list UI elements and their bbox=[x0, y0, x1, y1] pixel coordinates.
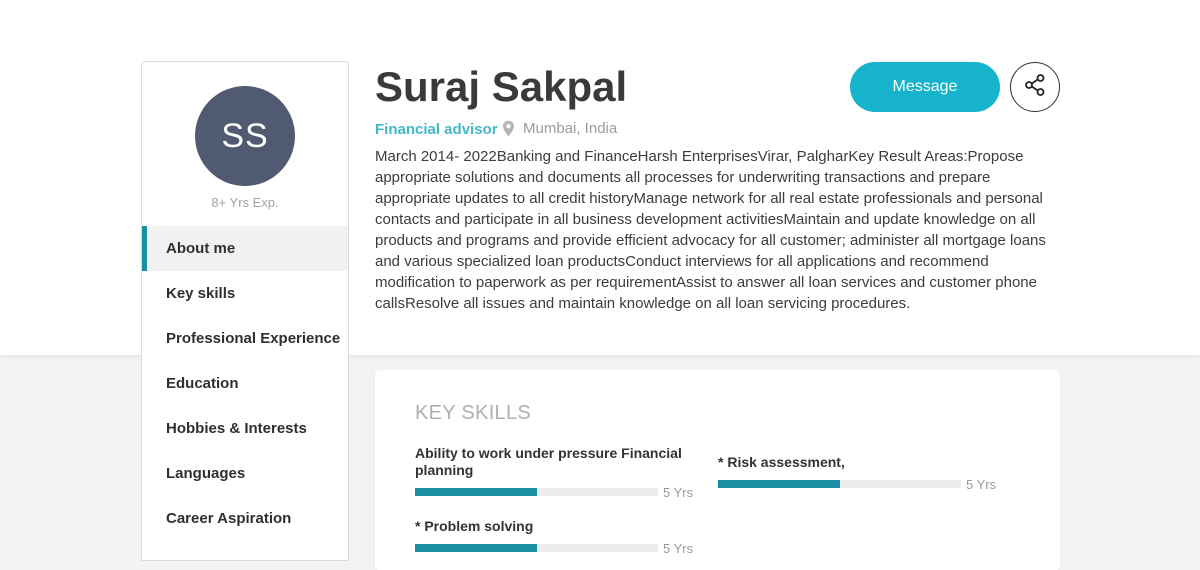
skill-bar-track bbox=[415, 544, 658, 552]
skill-item: Ability to work under pressure Financial… bbox=[415, 445, 695, 500]
about-text: March 2014- 2022Banking and FinanceHarsh… bbox=[375, 148, 1046, 312]
share-icon bbox=[1023, 73, 1047, 102]
sidebar-item-hobbies[interactable]: Hobbies & Interests bbox=[142, 406, 348, 451]
profile-name: Suraj Sakpal bbox=[375, 63, 628, 110]
location-pin-icon bbox=[502, 120, 515, 137]
sidebar-item-career-aspiration[interactable]: Career Aspiration bbox=[142, 496, 348, 541]
skill-name: * Risk assessment, bbox=[718, 454, 845, 470]
experience-label: 8+ Yrs Exp. bbox=[211, 195, 279, 210]
skill-years: 5 Yrs bbox=[966, 477, 997, 492]
skill-years: 5 Yrs bbox=[663, 485, 694, 500]
skill-name: * Problem solving bbox=[415, 518, 534, 534]
skill-bar: 5 Yrs bbox=[415, 484, 695, 500]
skill-bar-track bbox=[718, 480, 961, 488]
sidebar-nav: About me Key skills Professional Experie… bbox=[142, 226, 348, 541]
profile-sidebar: SS 8+ Yrs Exp. About me Key skills Profe… bbox=[141, 61, 349, 561]
skill-bar-track bbox=[415, 488, 658, 496]
sidebar-item-professional-experience[interactable]: Professional Experience bbox=[142, 316, 348, 361]
skill-item: * Problem solving 5 Yrs bbox=[415, 518, 695, 556]
sidebar-item-education[interactable]: Education bbox=[142, 361, 348, 406]
key-skills-title: KEY SKILLS bbox=[415, 402, 532, 424]
avatar: SS bbox=[195, 86, 295, 186]
key-skills-card: KEY SKILLS Ability to work under pressur… bbox=[375, 370, 1060, 570]
sidebar-item-languages[interactable]: Languages bbox=[142, 451, 348, 496]
skill-bar-fill bbox=[415, 488, 537, 496]
skill-bar: 5 Yrs bbox=[415, 540, 695, 556]
skill-years: 5 Yrs bbox=[663, 541, 694, 556]
message-button[interactable]: Message bbox=[850, 62, 1000, 112]
skill-bar-fill bbox=[718, 480, 840, 488]
profile-location: Mumbai, India bbox=[502, 120, 617, 137]
skill-name: Ability to work under pressure Financial… bbox=[415, 445, 682, 478]
skill-bar-fill bbox=[415, 544, 537, 552]
share-button[interactable] bbox=[1010, 62, 1060, 112]
profile-role: Financial advisor bbox=[375, 121, 498, 138]
skill-bar: 5 Yrs bbox=[718, 476, 998, 492]
skill-item: * Risk assessment, 5 Yrs bbox=[718, 454, 998, 492]
sidebar-item-about-me[interactable]: About me bbox=[142, 226, 348, 271]
sidebar-item-key-skills[interactable]: Key skills bbox=[142, 271, 348, 316]
location-text: Mumbai, India bbox=[523, 120, 618, 137]
